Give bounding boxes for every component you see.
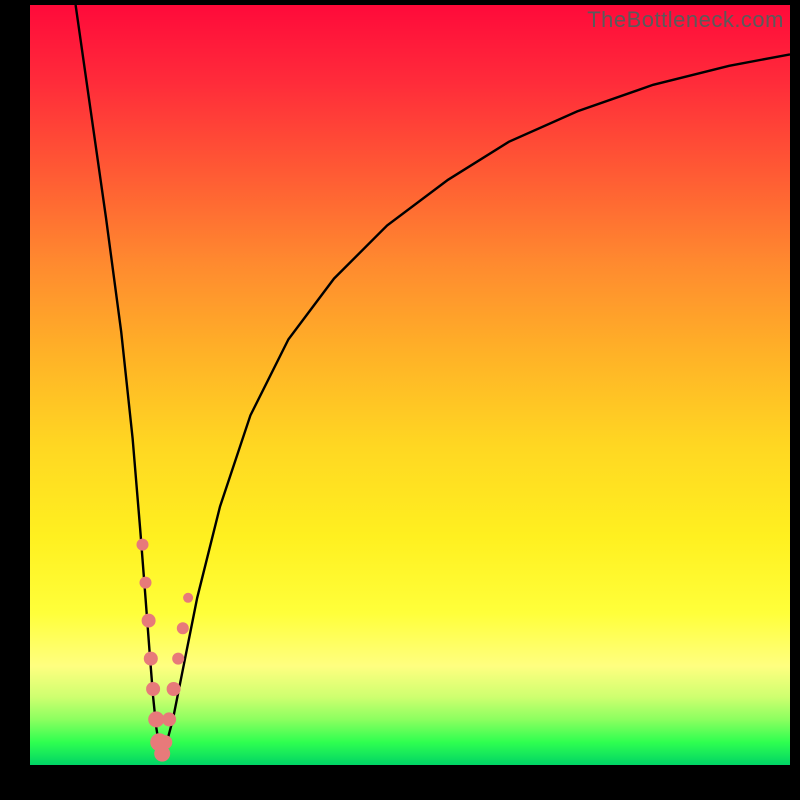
marker-dot bbox=[142, 614, 156, 628]
marker-dot bbox=[177, 622, 189, 634]
curve-layer bbox=[30, 5, 790, 765]
marker-dot bbox=[172, 653, 184, 665]
plot-area: TheBottleneck.com bbox=[30, 5, 790, 765]
marker-dot bbox=[183, 593, 193, 603]
marker-dot bbox=[148, 711, 164, 727]
marker-dot bbox=[162, 712, 176, 726]
marker-dot bbox=[146, 682, 160, 696]
curve-right-branch bbox=[162, 54, 790, 756]
marker-dot bbox=[167, 682, 181, 696]
chart-frame: TheBottleneck.com bbox=[0, 0, 800, 800]
marker-dot bbox=[158, 735, 172, 749]
marker-dot bbox=[140, 577, 152, 589]
marker-dot bbox=[137, 539, 149, 551]
curve-left-branch bbox=[76, 5, 163, 756]
marker-dot bbox=[144, 652, 158, 666]
